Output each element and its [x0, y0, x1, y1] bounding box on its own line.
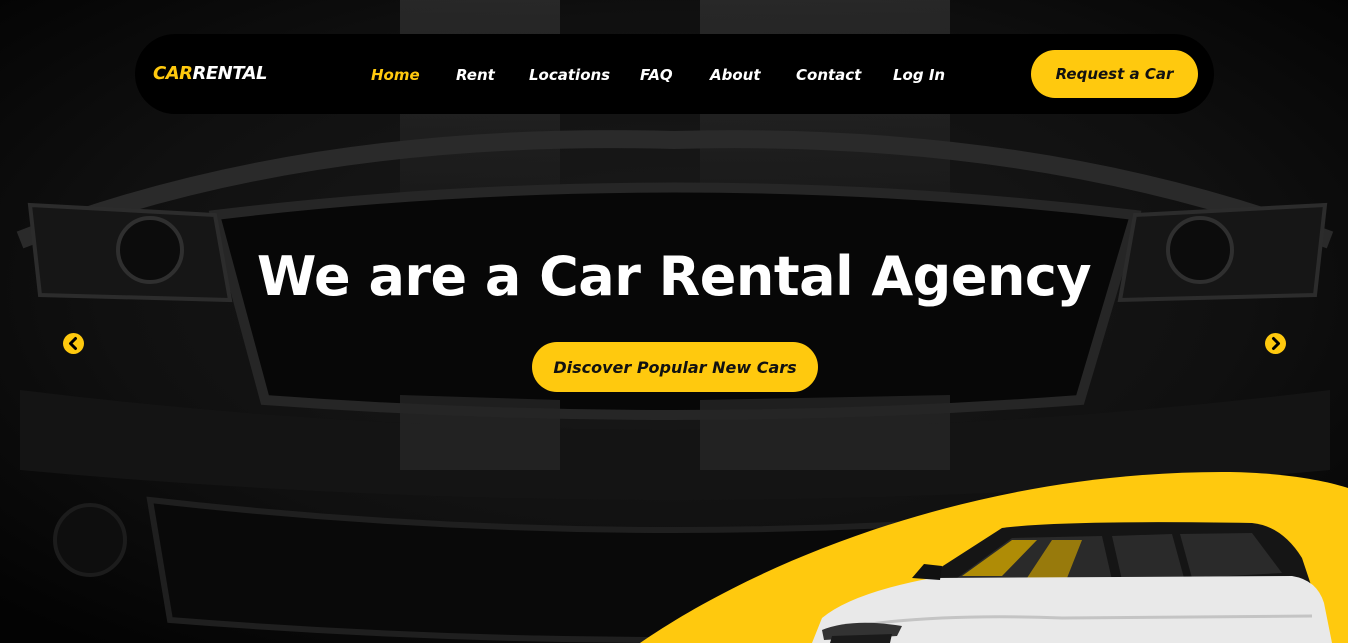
- chevron-left-icon: [69, 337, 77, 350]
- top-navbar: CARRENTAL Home Rent Locations FAQ About …: [135, 34, 1214, 114]
- logo-text-rental: RENTAL: [192, 63, 268, 84]
- hero-section: CARRENTAL Home Rent Locations FAQ About …: [0, 0, 1348, 643]
- brand-logo[interactable]: CARRENTAL: [153, 63, 268, 84]
- discover-cars-button[interactable]: Discover Popular New Cars: [532, 342, 818, 392]
- chevron-right-icon: [1272, 337, 1280, 350]
- logo-text-car: CAR: [153, 63, 193, 84]
- nav-link-locations[interactable]: Locations: [529, 65, 610, 85]
- nav-link-about[interactable]: About: [710, 65, 761, 85]
- hero-headline: We are a Car Rental Agency: [256, 245, 1092, 308]
- carousel-prev-button[interactable]: [63, 333, 84, 354]
- nav-link-rent[interactable]: Rent: [456, 65, 495, 85]
- featured-car-image: [812, 522, 1332, 643]
- request-car-button[interactable]: Request a Car: [1031, 50, 1198, 98]
- nav-link-home[interactable]: Home: [371, 65, 420, 85]
- nav-link-login[interactable]: Log In: [893, 65, 945, 85]
- nav-link-contact[interactable]: Contact: [796, 65, 861, 85]
- nav-link-faq[interactable]: FAQ: [640, 65, 673, 85]
- carousel-next-button[interactable]: [1265, 333, 1286, 354]
